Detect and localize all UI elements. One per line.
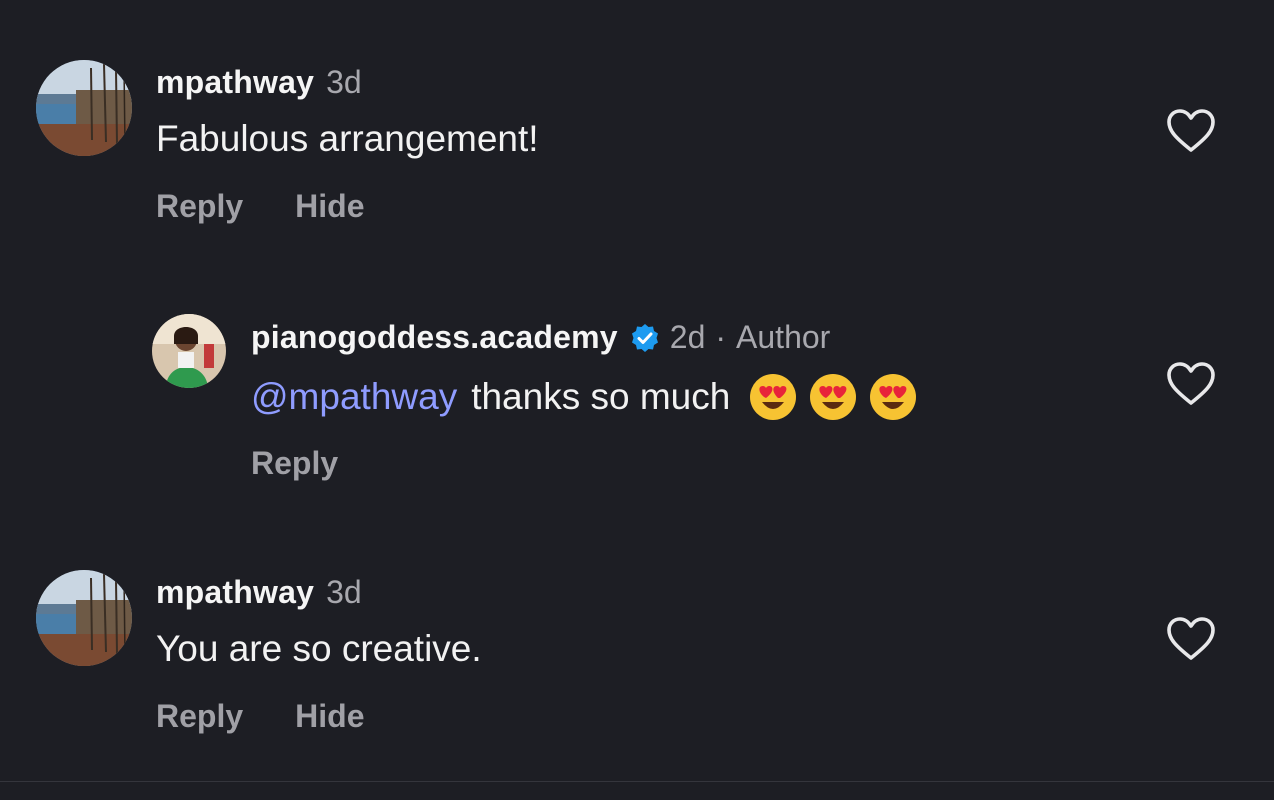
username[interactable]: pianogoddess.academy <box>251 319 618 356</box>
comments-thread: mpathway 3d Fabulous arrangement! Reply … <box>0 0 1274 800</box>
comment-text: You are so creative. <box>156 628 482 670</box>
reply-button[interactable]: Reply <box>251 445 338 482</box>
comment-text-content: Fabulous arrangement! <box>156 118 539 159</box>
comment-actions: Reply <box>251 445 338 482</box>
heart-eyes-emoji-icon <box>868 372 918 422</box>
comment-text: Fabulous arrangement! <box>156 118 539 160</box>
username[interactable]: mpathway <box>156 64 314 101</box>
heart-eyes-emoji-icon <box>748 372 798 422</box>
avatar[interactable] <box>36 60 132 156</box>
divider <box>0 781 1274 782</box>
avatar[interactable] <box>152 314 226 388</box>
emoji-group <box>748 372 918 422</box>
timestamp: 3d <box>326 64 362 100</box>
mention-link[interactable]: @mpathway <box>251 376 457 418</box>
heart-eyes-emoji-icon <box>808 372 858 422</box>
comment-actions: Reply Hide <box>156 698 364 735</box>
like-heart-icon[interactable] <box>1166 108 1216 154</box>
like-heart-icon[interactable] <box>1166 361 1216 407</box>
timestamp: 2d <box>669 319 706 355</box>
avatar[interactable] <box>36 570 132 666</box>
comment-header: pianogoddess.academy 2d · Author <box>251 319 830 356</box>
hide-button[interactable]: Hide <box>295 188 364 225</box>
hide-button[interactable]: Hide <box>295 698 364 735</box>
verified-badge-icon <box>630 323 660 353</box>
timestamp: 3d <box>326 574 362 610</box>
reply-button[interactable]: Reply <box>156 698 243 735</box>
separator-dot: · <box>715 319 727 355</box>
author-label: Author <box>736 319 831 355</box>
comment-header: mpathway 3d <box>156 574 362 611</box>
comment-actions: Reply Hide <box>156 188 364 225</box>
reply-button[interactable]: Reply <box>156 188 243 225</box>
comment-text-content: You are so creative. <box>156 628 482 669</box>
username[interactable]: mpathway <box>156 574 314 611</box>
comment-text-content: thanks so much <box>471 376 731 417</box>
like-heart-icon[interactable] <box>1166 616 1216 662</box>
comment-header: mpathway 3d <box>156 64 362 101</box>
comment-text: @mpathway thanks so much <box>251 372 918 422</box>
